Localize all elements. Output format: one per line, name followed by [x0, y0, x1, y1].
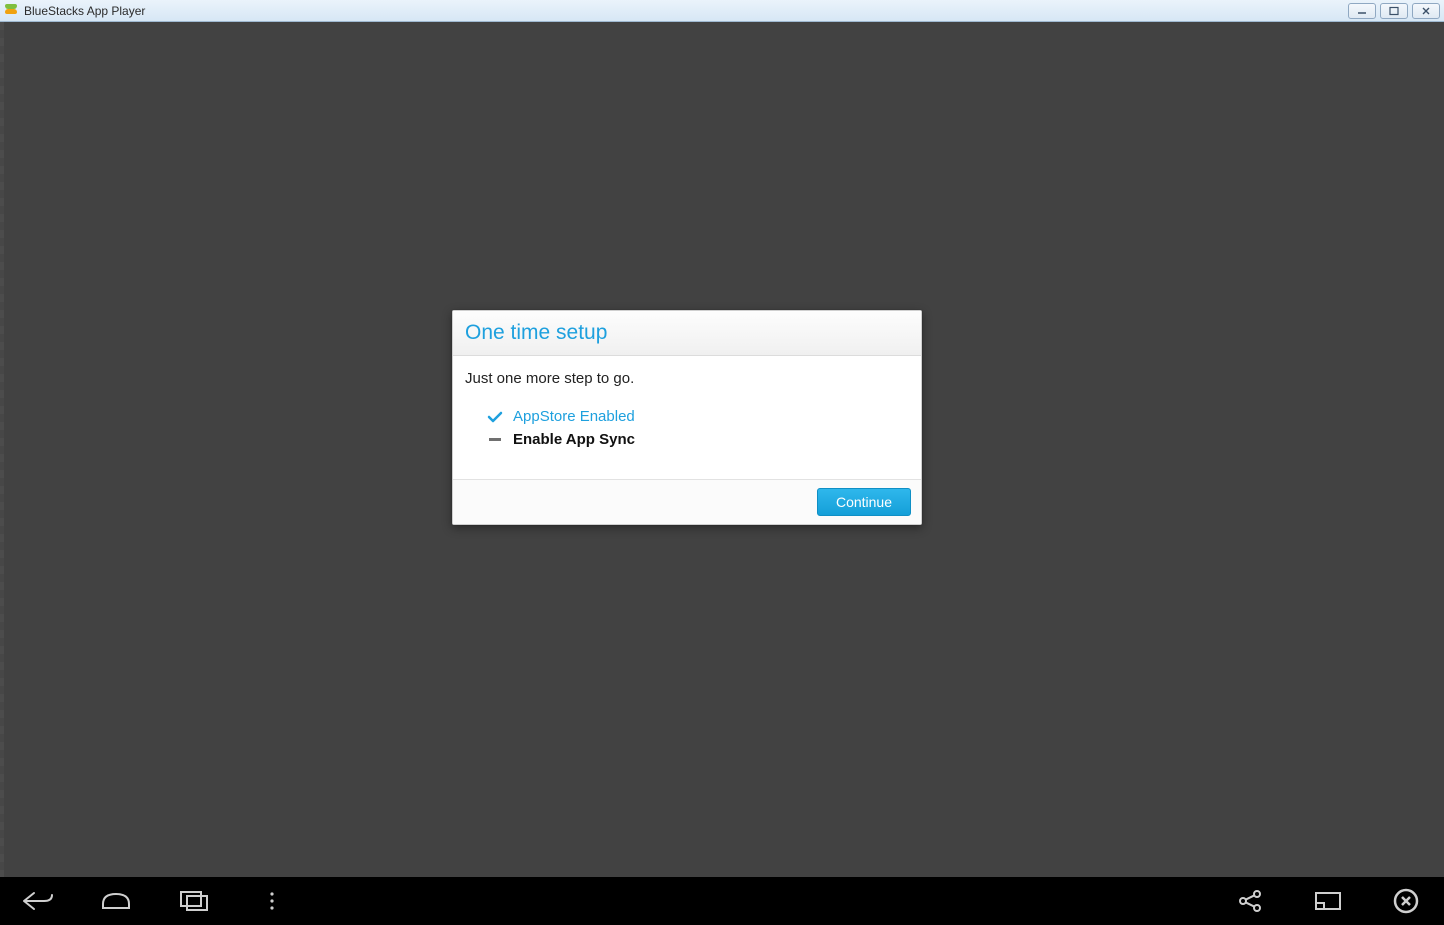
app-client-area: One time setup Just one more step to go.… [0, 22, 1444, 925]
check-icon [487, 410, 503, 424]
setup-item-appstore: AppStore Enabled [465, 405, 909, 428]
share-icon[interactable] [1230, 887, 1270, 915]
window-titlebar: BlueStacks App Player [0, 0, 1444, 22]
bluestacks-icon [4, 4, 18, 18]
window-title: BlueStacks App Player [24, 4, 145, 18]
home-icon[interactable] [96, 887, 136, 915]
close-app-icon[interactable] [1386, 887, 1426, 915]
close-button[interactable] [1412, 3, 1440, 19]
dialog-footer: Continue [453, 479, 921, 524]
recents-icon[interactable] [174, 887, 214, 915]
dash-icon [487, 438, 503, 441]
setup-item-label: Enable App Sync [513, 431, 635, 448]
android-nav-bar [0, 877, 1444, 925]
menu-icon[interactable] [252, 887, 292, 915]
setup-item-label: AppStore Enabled [513, 408, 635, 425]
continue-button[interactable]: Continue [817, 488, 911, 516]
maximize-button[interactable] [1380, 3, 1408, 19]
one-time-setup-dialog: One time setup Just one more step to go.… [452, 310, 922, 525]
setup-item-appsync: Enable App Sync [465, 428, 909, 451]
dialog-header: One time setup [453, 311, 921, 356]
back-icon[interactable] [18, 887, 58, 915]
dialog-subtitle: Just one more step to go. [465, 370, 909, 387]
dialog-body: Just one more step to go. AppStore Enabl… [453, 356, 921, 479]
minimize-button[interactable] [1348, 3, 1376, 19]
fullscreen-icon[interactable] [1308, 887, 1348, 915]
dialog-title: One time setup [465, 321, 909, 345]
left-edge-artifact [0, 22, 4, 877]
